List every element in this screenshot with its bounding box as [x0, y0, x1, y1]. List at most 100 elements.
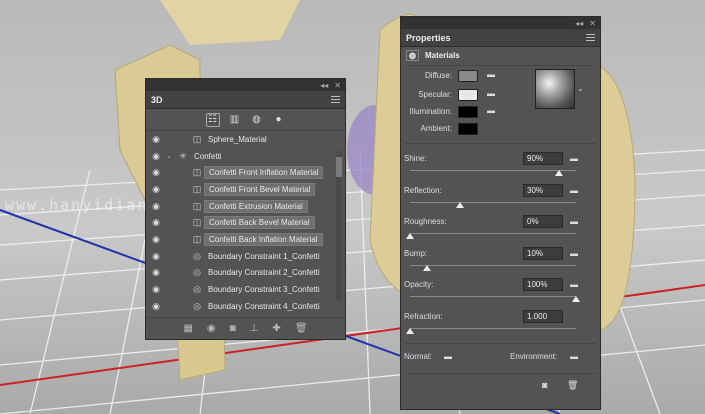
illumination-swatch[interactable]	[458, 106, 478, 118]
folder-icon[interactable]: ▬	[570, 154, 578, 163]
constraint-icon: ◎	[193, 267, 201, 278]
layer-row[interactable]: ◉ ◎ Boundary Constraint 3_Confetti	[146, 281, 345, 298]
visibility-eye-icon[interactable]: ◉	[146, 167, 166, 178]
layer-row[interactable]: ◉ ◫ Confetti Front Inflation Material	[146, 164, 345, 181]
panel-menu-icon[interactable]	[586, 34, 595, 41]
layer-row[interactable]: ◉ ◎ Boundary Constraint 2_Confetti	[146, 265, 345, 282]
close-icon[interactable]: ✕	[334, 81, 341, 90]
trash-icon[interactable]: 🗑	[567, 380, 578, 391]
layer-row-label: Boundary Constraint 4_Confetti	[208, 301, 320, 311]
slider-track[interactable]	[410, 233, 576, 234]
slider-track[interactable]	[410, 170, 576, 171]
slider-value[interactable]: 30%	[523, 183, 563, 197]
panel-3d-titlebar[interactable]: ◂◂ ✕	[146, 79, 345, 91]
layer-row[interactable]: ◉ ◫ Confetti Back Inflation Material	[146, 231, 345, 248]
slider-track[interactable]	[410, 296, 576, 297]
constraint-icon: ◎	[193, 250, 201, 261]
mesh-icon[interactable]: ▥	[228, 113, 242, 127]
panel-3d: ◂◂ ✕ 3D ☷ ▥ ◍ ● ◉ ◫ Sphere_Material ◉ ⌄ ✳ Conf…	[145, 78, 346, 340]
section-title: Materials	[424, 51, 460, 60]
material-icon: ◫	[192, 233, 202, 244]
layer-row-label: Confetti	[194, 151, 222, 161]
layer-row[interactable]: ◉ ◫ Confetti Extrusion Material	[146, 198, 345, 215]
specular-swatch[interactable]	[458, 89, 478, 101]
slider-value[interactable]: 0%	[523, 215, 563, 228]
slider-label: Reflection:	[404, 185, 442, 195]
ambient-swatch[interactable]	[458, 123, 478, 135]
slider-knob[interactable]	[422, 264, 431, 271]
illumination-folder-icon[interactable]: ▬	[487, 106, 495, 115]
slider-knob[interactable]	[455, 201, 464, 208]
slider-track[interactable]	[410, 264, 576, 266]
expand-toggle[interactable]: ⌄	[166, 152, 176, 160]
visibility-eye-icon[interactable]: ◉	[146, 267, 166, 278]
specular-folder-icon[interactable]: ▬	[487, 89, 495, 98]
materials-icon[interactable]: ◍	[250, 113, 264, 127]
new-scene-icon[interactable]: ▦	[183, 323, 192, 334]
environment-folder-icon[interactable]: ▬	[570, 352, 578, 361]
add-light-icon[interactable]: ◉	[207, 323, 216, 334]
properties-titlebar[interactable]: ◂◂ ✕	[401, 17, 600, 29]
slider-value[interactable]: 1.000	[523, 309, 563, 323]
layer-row[interactable]: ◉ ◫ Sphere_Material	[146, 131, 345, 148]
slider-value[interactable]: 100%	[523, 278, 563, 291]
chevron-down-icon[interactable]: ⌄	[577, 84, 584, 93]
layer-list: ◉ ◫ Sphere_Material ◉ ⌄ ✳ Confetti ◉ ◫ Confetti F…	[146, 131, 345, 311]
layer-row-label: Sphere_Material	[208, 134, 267, 144]
drop-to-plane-icon[interactable]: ⊥	[250, 323, 259, 334]
visibility-eye-icon[interactable]: ◉	[146, 217, 166, 228]
slider-label: Roughness:	[404, 217, 447, 226]
visibility-eye-icon[interactable]: ◉	[146, 234, 166, 245]
slider-label: Refraction:	[404, 311, 443, 321]
diffuse-folder-icon[interactable]: ▬	[487, 70, 495, 79]
material-icon: ◫	[192, 183, 202, 194]
slider-knob[interactable]	[406, 327, 414, 334]
visibility-eye-icon[interactable]: ◉	[146, 301, 166, 312]
visibility-eye-icon[interactable]: ◉	[146, 251, 166, 262]
ambient-label: Ambient:	[420, 124, 452, 133]
slider-track[interactable]	[410, 327, 576, 329]
visibility-eye-icon[interactable]: ◉	[146, 284, 166, 295]
layer-row-label: Confetti Back Inflation Material	[204, 232, 323, 246]
folder-icon[interactable]: ▬	[570, 280, 578, 289]
slider-value[interactable]: 10%	[523, 246, 563, 260]
slider-knob[interactable]	[406, 233, 414, 239]
slider-knob[interactable]	[555, 170, 564, 176]
folder-icon[interactable]: ▬	[570, 217, 578, 226]
layer-row[interactable]: ◉ ◎ Boundary Constraint 1_Confetti	[146, 248, 345, 265]
slider-label: Bump:	[404, 248, 428, 258]
folder-icon[interactable]: ▬	[570, 249, 578, 258]
normal-folder-icon[interactable]: ▬	[444, 352, 452, 361]
visibility-eye-icon[interactable]: ◉	[146, 151, 166, 162]
trash-icon[interactable]: 🗑	[295, 323, 308, 334]
layer-row-label: Confetti Extrusion Material	[204, 199, 308, 213]
light-icon[interactable]: ●	[272, 113, 286, 127]
scene-icon[interactable]: ☷	[205, 112, 220, 127]
folder-icon[interactable]: ▬	[570, 186, 578, 195]
render-icon[interactable]: ◙	[230, 323, 236, 334]
collapse-icon[interactable]: ◂◂	[320, 81, 328, 90]
panel-3d-footer: ▦ ◉ ◙ ⊥ ✚ 🗑	[146, 317, 345, 339]
collapse-icon[interactable]: ◂◂	[575, 19, 583, 28]
layer-row-label: Boundary Constraint 2_Confetti	[208, 268, 320, 278]
tab-properties[interactable]: Properties	[406, 33, 451, 43]
layer-row[interactable]: ◉ ◫ Confetti Front Bevel Material	[146, 181, 345, 198]
constraint-icon: ◎	[193, 284, 201, 295]
slider-track[interactable]	[410, 201, 576, 203]
layer-row[interactable]: ◉ ◎ Boundary Constraint 4_Confetti	[146, 298, 345, 315]
material-preview[interactable]	[535, 69, 575, 109]
visibility-eye-icon[interactable]: ◉	[146, 134, 166, 145]
panel-menu-icon[interactable]	[331, 96, 340, 103]
close-icon[interactable]: ✕	[589, 19, 596, 28]
slider-value[interactable]: 90%	[523, 152, 563, 165]
visibility-eye-icon[interactable]: ◉	[146, 184, 166, 195]
render-icon[interactable]: ◙	[542, 380, 547, 390]
visibility-eye-icon[interactable]: ◉	[146, 201, 166, 212]
layer-row[interactable]: ◉ ◫ Confetti Back Bevel Material	[146, 214, 345, 231]
slider-knob[interactable]	[572, 296, 580, 302]
add-constraint-icon[interactable]: ✚	[272, 323, 280, 334]
tab-3d[interactable]: 3D	[151, 95, 163, 105]
layer-row[interactable]: ◉ ⌄ ✳ Confetti	[146, 148, 345, 165]
diffuse-swatch[interactable]	[458, 70, 478, 82]
layer-row-label: Confetti Front Inflation Material	[204, 166, 324, 180]
